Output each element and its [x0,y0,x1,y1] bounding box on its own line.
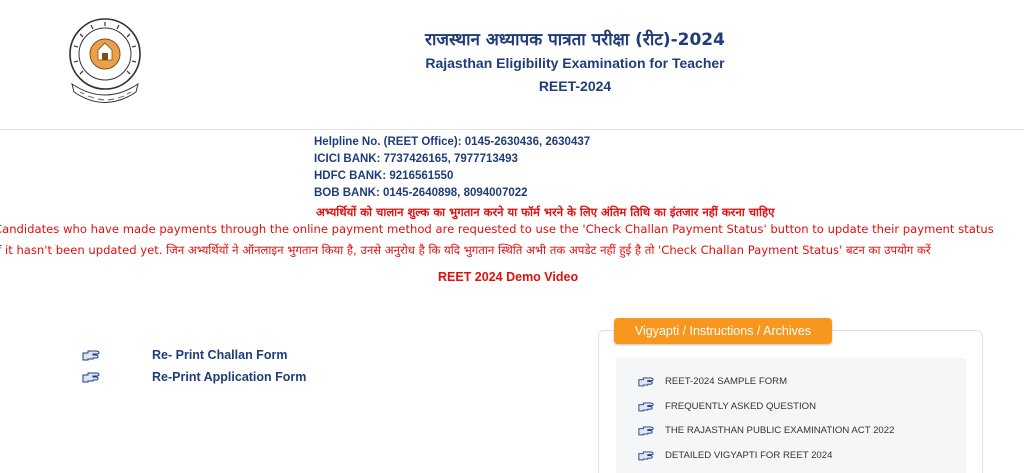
helpline-hdfc: HDFC BANK: 9216561550 [314,170,454,182]
reprint-application-label: Re-Print Application Form [152,370,307,384]
demo-video-link[interactable]: REET 2024 Demo Video [438,270,578,284]
reprint-challan-link[interactable]: Re- Print Challan Form [82,346,287,364]
exam-code: REET-2024 [538,78,612,94]
title-hindi: राजस्थान अध्यापक पात्रता परीक्षा (रीट)-2… [425,30,725,50]
pointing-hand-icon [638,402,654,411]
pointing-hand-icon [82,350,100,361]
panel-item-label: DETAILED VIGYAPTI FOR REET 2024 [665,449,833,461]
panel-item-detailed-vigyapti[interactable]: DETAILED VIGYAPTI FOR REET 2024 [638,446,832,464]
panel-item-label: REET-2024 SAMPLE FORM [665,375,788,387]
pointing-hand-icon [638,377,654,386]
vigyapti-panel-title: Vigyapti / Instructions / Archives [614,318,832,344]
panel-item-exam-act[interactable]: THE RAJASTHAN PUBLIC EXAMINATION ACT 202… [638,421,894,439]
helpline-info: Helpline No. (REET Office): 0145-2630436… [314,134,590,202]
hindi-warning: अभ्यर्थियों को चालान शुल्क का भुगतान करन… [316,205,775,219]
panel-item-faq[interactable]: FREQUENTLY ASKED QUESTION [638,397,816,415]
pointing-hand-icon [82,372,100,383]
panel-item-sample-form[interactable]: REET-2024 SAMPLE FORM [638,372,787,390]
header-title-block: राजस्थान अध्यापक पात्रता परीक्षा (रीट)-2… [380,28,770,98]
reprint-challan-label: Re- Print Challan Form [152,348,288,362]
panel-item-label: THE RAJASTHAN PUBLIC EXAMINATION ACT 202… [665,424,895,436]
page-header: राजस्थान अध्यापक पात्रता परीक्षा (रीट)-2… [0,0,1024,130]
title-english: Rajasthan Eligibility Examination for Te… [425,55,725,71]
helpline-reet-office: Helpline No. (REET Office): 0145-2630436… [314,136,591,148]
pointing-hand-icon [638,451,654,460]
reprint-application-link[interactable]: Re-Print Application Form [82,368,306,386]
helpline-bob: BOB BANK: 0145-2640898, 8094007022 [314,187,528,199]
board-logo-icon [69,18,141,103]
pointing-hand-icon [638,426,654,435]
payment-notice-line1: Candidates who have made payments throug… [0,222,994,236]
panel-item-label: FREQUENTLY ASKED QUESTION [665,400,817,412]
helpline-icici: ICICI BANK: 7737426165, 7977713493 [314,153,518,165]
payment-notice-line2: if it hasn't been updated yet. जिन अभ्यर… [0,243,931,257]
